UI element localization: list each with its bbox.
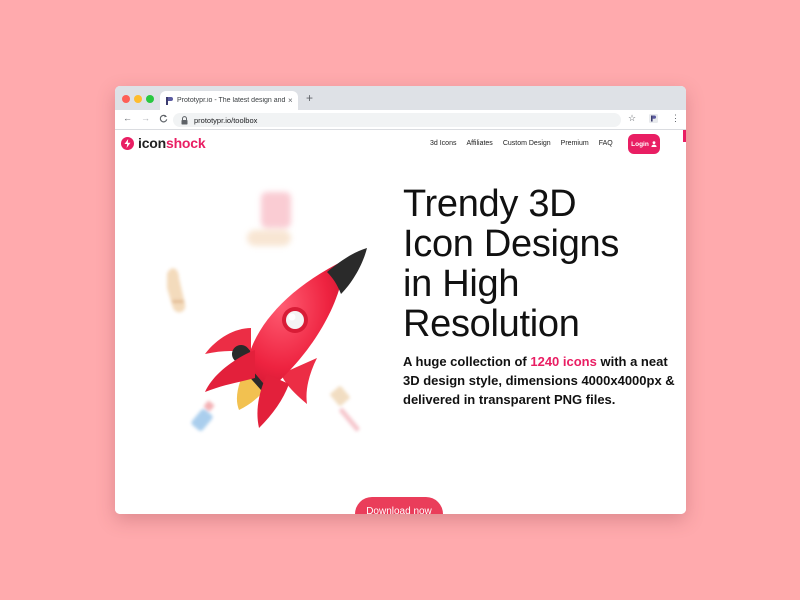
nav-custom-design[interactable]: Custom Design [503, 140, 551, 147]
nav-3d-icons[interactable]: 3d Icons [430, 140, 456, 147]
url-text: prototypr.io/toolbox [194, 115, 258, 125]
scrollbar[interactable] [683, 130, 686, 142]
login-button[interactable]: Login [628, 134, 660, 154]
maximize-window-button[interactable] [146, 95, 154, 103]
user-icon [651, 141, 657, 147]
blurred-brush-icon [330, 386, 360, 432]
hero-title: Trendy 3D Icon Designs in High Resolutio… [403, 184, 683, 344]
minimize-window-button[interactable] [134, 95, 142, 103]
tab-active[interactable]: Prototypr.io - The latest design and pro… [160, 91, 298, 110]
site-logo[interactable]: iconshock [121, 135, 206, 151]
reload-icon[interactable] [159, 114, 168, 125]
download-now-button[interactable]: Download now [355, 497, 443, 514]
nav-premium[interactable]: Premium [561, 140, 589, 147]
main-nav: 3d Icons Affiliates Custom Design Premiu… [430, 140, 623, 147]
blurred-usb-icon [191, 400, 215, 431]
tab-title: Prototypr.io - The latest design and pro… [177, 97, 285, 104]
extension-icon[interactable] [649, 114, 658, 125]
blurred-finger-icon [167, 268, 186, 313]
hero-title-line: Resolution [403, 303, 580, 345]
logo-wordmark-part2: shock [165, 135, 206, 151]
blurred-bottle-icon [247, 192, 291, 246]
new-tab-button[interactable]: + [306, 92, 313, 104]
tab-strip: Prototypr.io - The latest design and pro… [115, 86, 686, 110]
nav-affiliates[interactable]: Affiliates [466, 140, 492, 147]
logo-wordmark: iconshock [138, 135, 206, 151]
browser-menu-icon[interactable]: ⋮ [671, 114, 680, 123]
address-bar[interactable]: prototypr.io/toolbox [173, 113, 621, 127]
back-icon[interactable]: ← [123, 114, 132, 123]
icon-count-highlight: 1240 icons [530, 354, 597, 369]
lightning-bolt-icon [121, 136, 134, 150]
bookmark-star-icon[interactable]: ☆ [628, 114, 636, 123]
subtitle-text: A huge collection of [403, 354, 531, 369]
forward-icon[interactable]: → [141, 114, 150, 123]
hero-title-line: Icon Designs [403, 223, 620, 265]
hero-title-line: Trendy 3D [403, 183, 577, 225]
tab-close-icon[interactable]: × [288, 96, 293, 105]
lock-icon [181, 115, 189, 125]
browser-window: Prototypr.io - The latest design and pro… [115, 86, 686, 514]
hero-subtitle: A huge collection of 1240 icons with a n… [403, 352, 683, 409]
close-window-button[interactable] [122, 95, 130, 103]
login-label: Login [631, 140, 649, 148]
rocket-illustration [167, 192, 367, 432]
browser-toolbar: ← → prototypr.io/toolbox ☆ ⋮ [115, 110, 686, 130]
webpage: iconshock 3d Icons Affiliates Custom Des… [115, 130, 686, 514]
nav-faq[interactable]: FAQ [599, 140, 613, 147]
prototypr-favicon-icon [165, 96, 173, 105]
hero-title-line: in High [403, 263, 520, 305]
download-label: Download now [366, 506, 432, 514]
logo-wordmark-part1: icon [138, 135, 166, 151]
